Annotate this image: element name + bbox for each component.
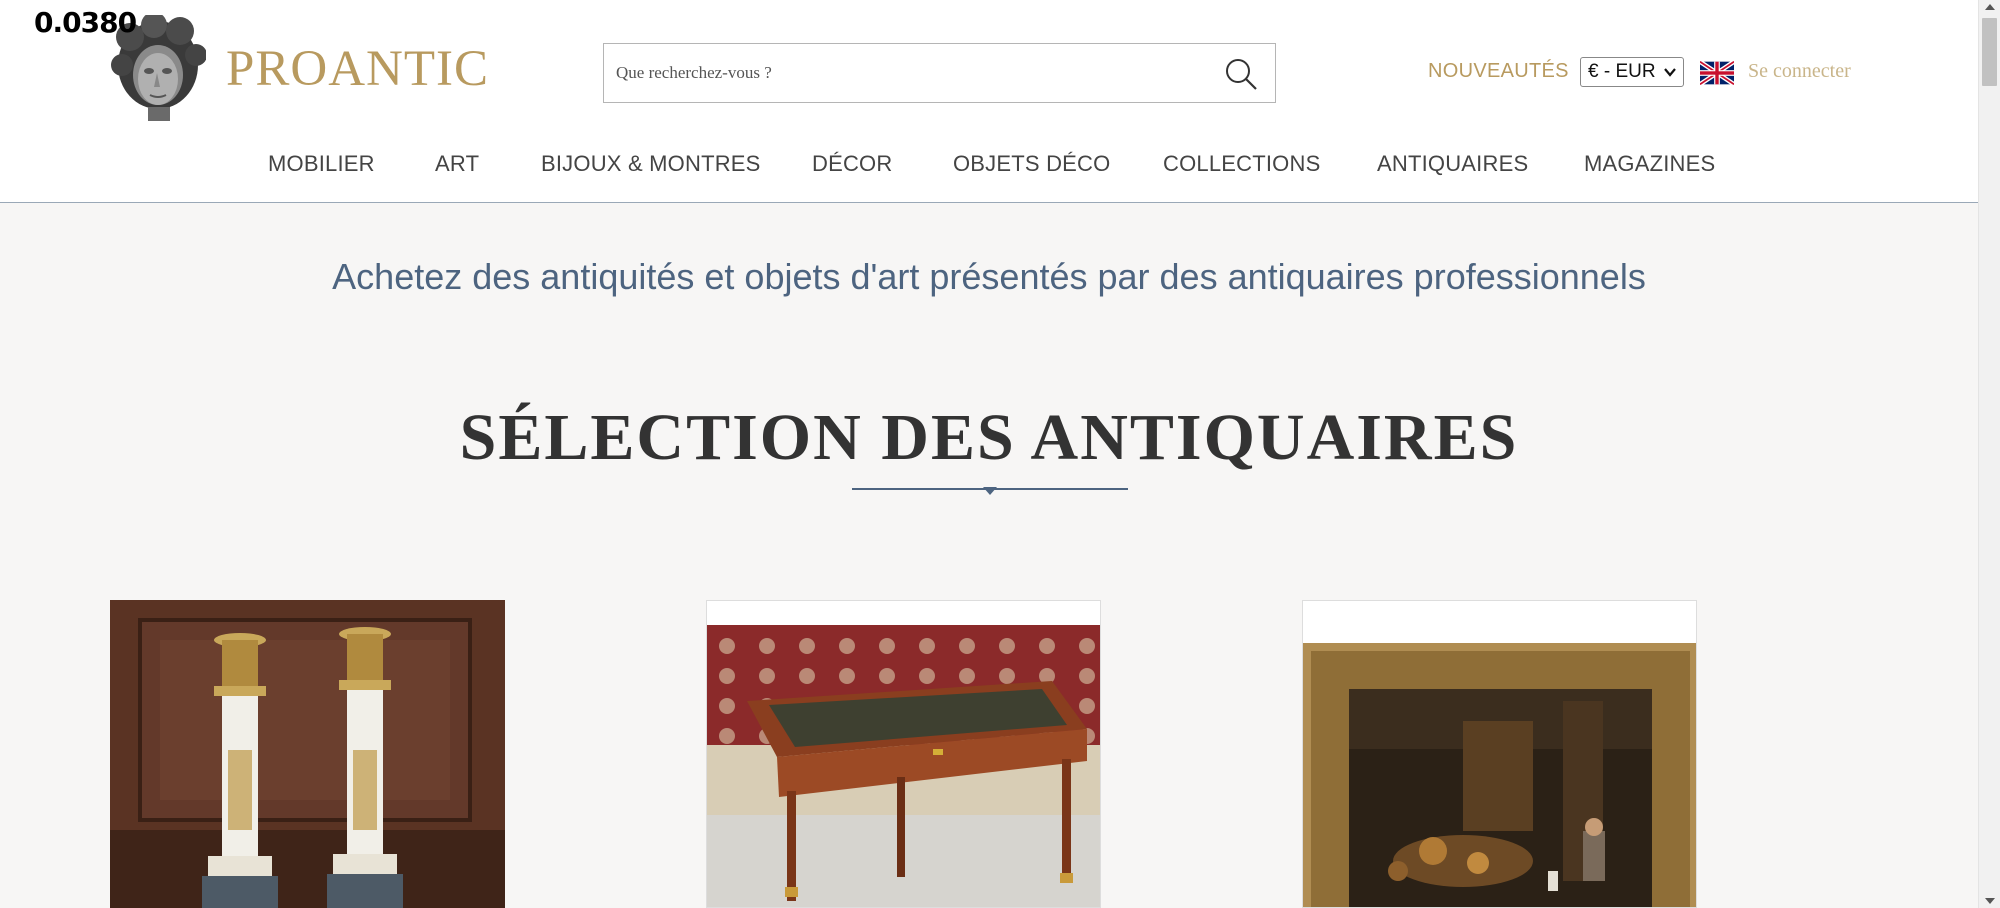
search-icon[interactable]: [1223, 56, 1259, 92]
uk-flag-icon[interactable]: [1700, 61, 1734, 85]
nav-item-antiquaires[interactable]: ANTIQUAIRES: [1377, 151, 1528, 177]
nav-item-collections[interactable]: COLLECTIONS: [1163, 151, 1320, 177]
tagline: Achetez des antiquités et objets d'art p…: [332, 256, 1646, 297]
framed-painting-photo: [1303, 601, 1696, 907]
new-arrivals-link[interactable]: NOUVEAUTÉS: [1428, 60, 1569, 83]
scroll-thumb[interactable]: [1982, 18, 1997, 86]
main-nav: MOBILIER ART BIJOUX & MONTRES DÉCOR OBJE…: [0, 145, 1978, 185]
search-box: [603, 43, 1276, 103]
nav-item-bijoux-montres[interactable]: BIJOUX & MONTRES: [541, 151, 761, 177]
logo[interactable]: PROANTIC: [110, 15, 489, 123]
brand-name: PROANTIC: [226, 41, 490, 97]
nav-item-magazines[interactable]: MAGAZINES: [1584, 151, 1715, 177]
divider-ornament: [983, 487, 997, 495]
product-card[interactable]: [110, 600, 505, 908]
search-input[interactable]: [616, 58, 1196, 88]
nav-item-mobilier[interactable]: MOBILIER: [268, 151, 375, 177]
page-scrollbar[interactable]: [1978, 0, 2000, 908]
writing-desk-photo: [707, 601, 1100, 907]
product-card[interactable]: [706, 600, 1101, 908]
scroll-down-arrow-icon[interactable]: [1985, 898, 1995, 904]
currency-value: € - EUR: [1588, 61, 1656, 82]
candlesticks-photo: [110, 600, 505, 908]
overlay-counter: 0.0380: [34, 6, 137, 39]
site-header: PROANTIC NOUVEAUTÉS € - EUR Se connecter…: [0, 0, 1978, 203]
nav-item-art[interactable]: ART: [435, 151, 479, 177]
currency-select[interactable]: € - EUR: [1580, 57, 1684, 87]
scroll-up-arrow-icon[interactable]: [1985, 4, 1995, 10]
section-title: SÉLECTION DES ANTIQUAIRES: [459, 401, 1519, 474]
nav-item-objets-deco[interactable]: OBJETS DÉCO: [953, 151, 1110, 177]
chevron-down-icon: [1664, 68, 1676, 77]
nav-item-decor[interactable]: DÉCOR: [812, 151, 892, 177]
product-card[interactable]: [1302, 600, 1697, 908]
login-link[interactable]: Se connecter: [1748, 60, 1851, 83]
